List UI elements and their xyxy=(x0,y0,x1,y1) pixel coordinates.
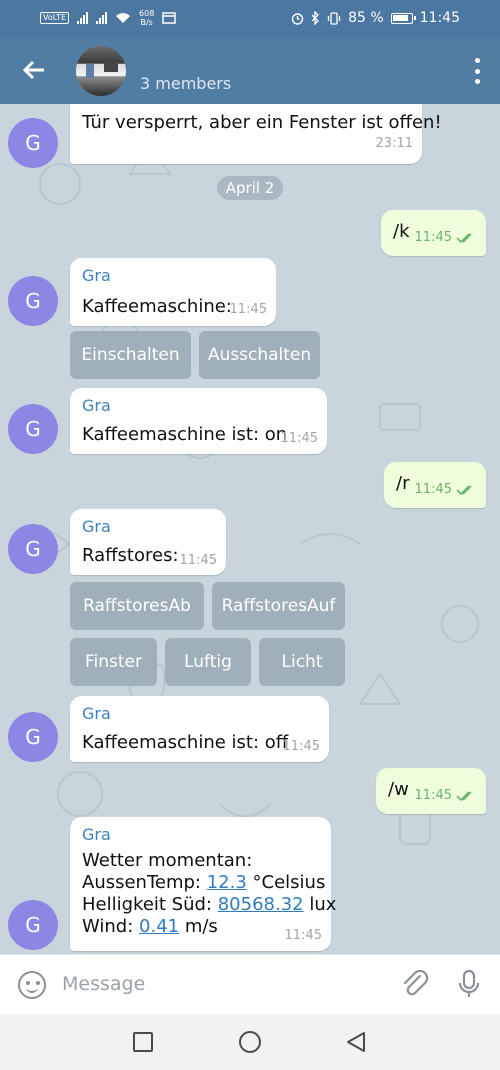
sender-avatar[interactable]: G xyxy=(8,118,58,168)
system-nav-bar xyxy=(0,1014,500,1070)
message-bubble[interactable]: Gra Kaffeemaschine: 11:45 xyxy=(70,258,276,326)
message-time: 11:45 xyxy=(414,482,452,497)
chat-header: 3 members xyxy=(0,38,500,104)
message-time: 11:45 xyxy=(284,928,322,943)
brightness-value-link[interactable]: 80568.32 xyxy=(218,894,304,915)
message-text: Tür versperrt, aber ein Fenster ist offe… xyxy=(82,112,442,133)
inline-button-finster[interactable]: Finster xyxy=(70,638,157,686)
sender-avatar[interactable]: G xyxy=(8,404,58,454)
inline-button-raffstoresauf[interactable]: RaffstoresAuf xyxy=(212,582,345,630)
inline-button-ausschalten[interactable]: Ausschalten xyxy=(199,331,320,379)
wifi-icon xyxy=(116,13,131,23)
double-check-icon xyxy=(456,233,472,244)
temp-value-link[interactable]: 12.3 xyxy=(207,872,247,893)
message-input-bar: Message xyxy=(0,954,500,1014)
message-text: Kaffeemaschine: xyxy=(82,296,232,317)
outgoing-message[interactable]: /k 11:45 xyxy=(381,210,486,256)
status-bar: VoLTE 608 B/s 85 % 11:45 xyxy=(0,0,500,38)
message-text: Raffstores: xyxy=(82,545,179,566)
message-time: 11:45 xyxy=(414,788,452,803)
attach-icon[interactable] xyxy=(398,967,432,1001)
recents-button[interactable] xyxy=(133,1032,153,1052)
message-time: 11:45 xyxy=(414,230,452,245)
message-bubble[interactable]: Gra Wetter momentan: AussenTemp: 12.3 °C… xyxy=(70,817,336,951)
message-text: Kaffeemaschine ist: off xyxy=(82,732,289,753)
sender-avatar[interactable]: G xyxy=(8,524,58,574)
inline-button-luftig[interactable]: Luftig xyxy=(165,638,251,686)
message-time: 23:11 xyxy=(375,136,413,151)
sender-name[interactable]: Gra xyxy=(82,396,111,415)
message-text: /k xyxy=(393,221,410,242)
outgoing-message[interactable]: /w 11:45 xyxy=(376,768,486,814)
mic-icon[interactable] xyxy=(452,967,486,1001)
battery-percent: 85 % xyxy=(348,10,384,26)
outgoing-message[interactable]: /r 11:45 xyxy=(384,462,486,508)
chat-area[interactable]: G Tür versperrt, aber ein Fenster ist of… xyxy=(0,104,500,954)
signal-icon xyxy=(77,12,89,24)
message-text: /r xyxy=(396,473,410,494)
message-bubble[interactable]: Gra Raffstores: 11:45 xyxy=(70,509,226,575)
back-nav-button[interactable] xyxy=(344,1030,368,1054)
battery-icon xyxy=(390,12,416,24)
wind-value-link[interactable]: 0.41 xyxy=(139,916,179,937)
double-check-icon xyxy=(456,485,472,496)
sender-name[interactable]: Gra xyxy=(82,825,111,844)
double-check-icon xyxy=(456,791,472,802)
inline-button-einschalten[interactable]: Einschalten xyxy=(70,331,191,379)
sender-name[interactable]: Gra xyxy=(82,704,111,723)
message-time: 11:45 xyxy=(282,739,320,754)
more-vert-icon[interactable] xyxy=(472,58,482,84)
weather-line-2: AussenTemp: 12.3 °Celsius xyxy=(82,872,326,893)
message-bubble[interactable]: Tür versperrt, aber ein Fenster ist offe… xyxy=(70,104,442,164)
message-time: 11:45 xyxy=(229,302,267,317)
date-separator: April 2 xyxy=(217,176,283,200)
inline-button-licht[interactable]: Licht xyxy=(259,638,345,686)
group-members-count[interactable]: 3 members xyxy=(140,74,231,93)
message-time: 11:45 xyxy=(179,553,217,568)
weather-message-text: Wetter momentan: AussenTemp: 12.3 °Celsi… xyxy=(82,850,336,938)
message-time: 11:45 xyxy=(280,431,318,446)
screenshot-icon xyxy=(162,12,177,24)
status-time: 11:45 xyxy=(419,10,460,26)
bluetooth-icon xyxy=(311,11,319,25)
sender-name[interactable]: Gra xyxy=(82,517,111,536)
back-arrow-icon[interactable] xyxy=(20,56,48,84)
vibrate-icon xyxy=(327,11,341,25)
message-bubble[interactable]: Gra Kaffeemaschine ist: on 11:45 xyxy=(70,388,327,454)
group-avatar[interactable] xyxy=(76,46,126,96)
inline-button-raffstoresab[interactable]: RaffstoresAb xyxy=(70,582,204,630)
volte-icon: VoLTE xyxy=(40,12,70,24)
alarm-icon xyxy=(291,12,304,25)
message-bubble[interactable]: Gra Kaffeemaschine ist: off 11:45 xyxy=(70,696,329,762)
message-text: Kaffeemaschine ist: on xyxy=(82,424,288,445)
message-input[interactable]: Message xyxy=(62,973,145,995)
message-text: /w xyxy=(388,779,409,800)
weather-line-3: Helligkeit Süd: 80568.32 lux xyxy=(82,894,337,915)
home-button[interactable] xyxy=(239,1031,261,1053)
sender-avatar[interactable]: G xyxy=(8,900,58,950)
net-speed: 608 B/s xyxy=(139,9,155,27)
weather-line-1: Wetter momentan: xyxy=(82,850,253,871)
sender-avatar[interactable]: G xyxy=(8,712,58,762)
sender-name[interactable]: Gra xyxy=(82,266,111,285)
emoji-icon[interactable] xyxy=(18,971,46,999)
signal-icon-2 xyxy=(96,12,108,24)
sender-avatar[interactable]: G xyxy=(8,276,58,326)
